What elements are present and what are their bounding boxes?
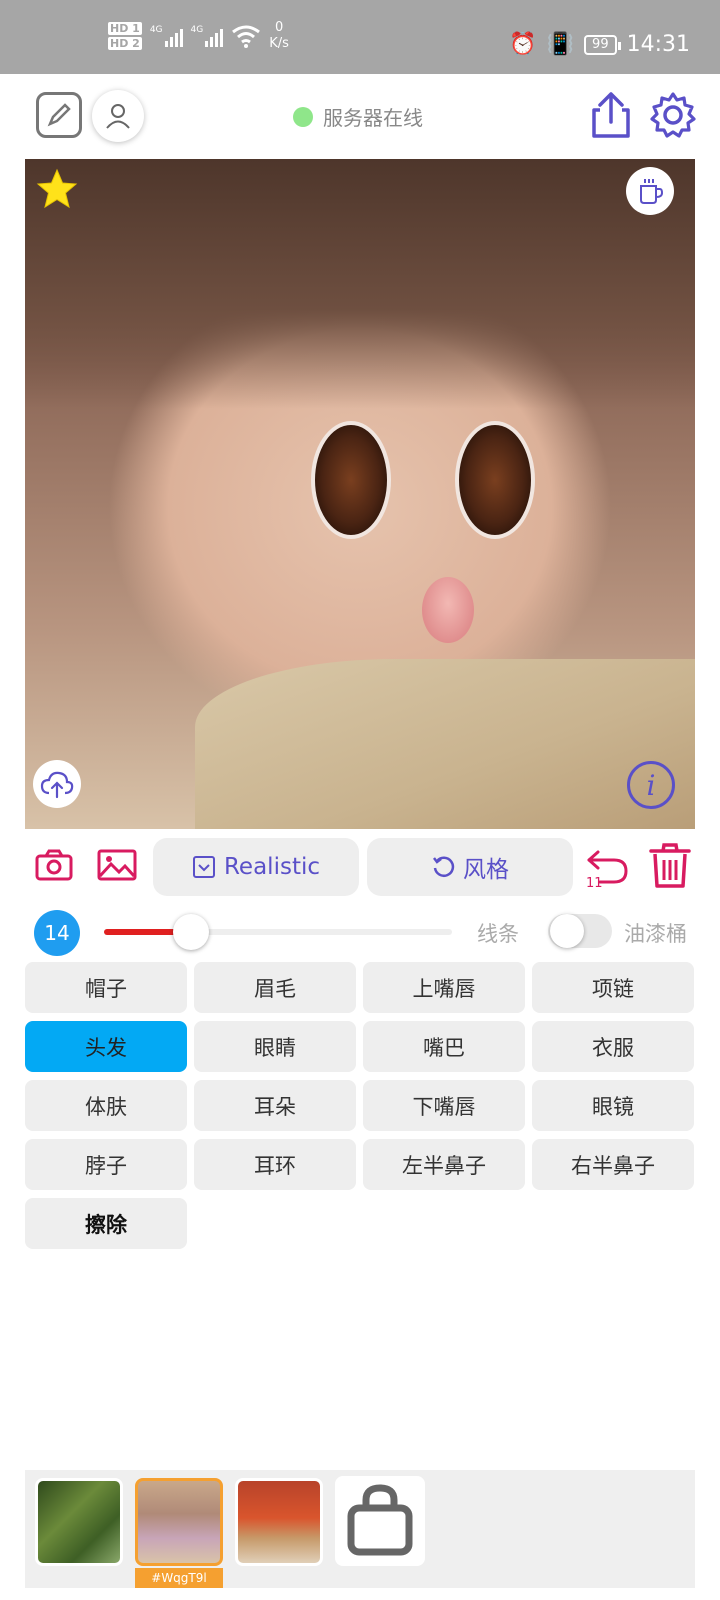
part-button[interactable]: 帽子	[25, 962, 187, 1013]
app-toolbar: 服务器在线	[0, 84, 720, 150]
share-icon[interactable]	[586, 88, 636, 142]
part-button[interactable]: 下嘴唇	[363, 1080, 525, 1131]
realistic-style-label: Realistic	[223, 854, 320, 880]
camera-icon[interactable]	[34, 848, 74, 882]
hair-region	[25, 159, 695, 409]
part-button[interactable]: 脖子	[25, 1139, 187, 1190]
undo-count: 11	[586, 876, 603, 891]
part-button[interactable]: 眼镜	[532, 1080, 694, 1131]
trash-icon[interactable]	[648, 842, 692, 890]
user-button[interactable]	[92, 90, 144, 142]
status-left: HD 1 HD 2 4G 4G 0 K/s	[108, 20, 289, 52]
bucket-toggle-knob	[550, 914, 584, 948]
undo-button[interactable]: 11	[584, 846, 632, 894]
bucket-toggle[interactable]	[548, 914, 612, 948]
wifi-icon	[232, 25, 261, 48]
part-button[interactable]: 嘴巴	[363, 1021, 525, 1072]
signal-1-icon: 4G	[150, 25, 183, 47]
part-button[interactable]: 耳朵	[194, 1080, 356, 1131]
clock: 14:31	[626, 32, 690, 57]
part-button[interactable]: 左半鼻子	[363, 1139, 525, 1190]
checkbox-icon	[192, 856, 215, 878]
bucket-mode-label: 油漆桶	[624, 922, 687, 946]
coffee-button[interactable]	[626, 167, 674, 215]
server-status-label: 服务器在线	[323, 106, 423, 130]
alarm-icon: ⏰	[509, 32, 537, 57]
result-canvas[interactable]: i	[25, 159, 695, 829]
star-icon[interactable]	[35, 167, 79, 211]
part-button[interactable]: 头发	[25, 1021, 187, 1072]
status-bar: HD 1 HD 2 4G 4G 0 K/s ⏰ 📳 99 14:31	[0, 0, 720, 74]
part-button[interactable]: 眼睛	[194, 1021, 356, 1072]
style-button[interactable]: 风格	[367, 838, 573, 896]
right-eye	[455, 421, 535, 539]
part-button[interactable]: 擦除	[25, 1198, 187, 1249]
refresh-icon	[433, 856, 455, 877]
history-thumbnail[interactable]	[35, 1478, 123, 1566]
part-button[interactable]: 右半鼻子	[532, 1139, 694, 1190]
shop-button[interactable]	[335, 1476, 425, 1566]
part-button[interactable]: 眉毛	[194, 962, 356, 1013]
part-button[interactable]: 体肤	[25, 1080, 187, 1131]
battery-level: 99	[592, 36, 609, 52]
scarf-region	[195, 659, 695, 829]
settings-gear-icon[interactable]	[648, 90, 698, 140]
brush-settings: 14 线条 油漆桶	[0, 908, 720, 956]
history-thumbnail[interactable]	[235, 1478, 323, 1566]
realistic-style-button[interactable]: Realistic	[153, 838, 359, 896]
server-status: 服务器在线	[293, 102, 423, 131]
server-status-dot	[293, 106, 313, 127]
part-button[interactable]: 衣服	[532, 1021, 694, 1072]
gallery-icon[interactable]	[96, 848, 138, 882]
shopping-bag-icon	[347, 1484, 413, 1556]
vibrate-icon: 📳	[546, 32, 575, 57]
pencil-icon	[47, 103, 71, 127]
info-icon[interactable]: i	[627, 761, 675, 809]
brush-size-slider[interactable]	[104, 914, 452, 950]
part-button[interactable]: 耳环	[194, 1139, 356, 1190]
left-eye	[311, 421, 391, 539]
signal-2-label: 4G	[190, 25, 204, 35]
coffee-icon	[640, 179, 664, 204]
style-label: 风格	[463, 857, 509, 883]
signal-2-icon: 4G	[191, 25, 224, 47]
user-icon	[106, 104, 130, 129]
action-row: Realistic 风格 11	[0, 836, 720, 896]
battery-icon: 99	[584, 34, 621, 55]
upload-button[interactable]	[33, 760, 81, 808]
signal-1-label: 4G	[149, 25, 163, 35]
part-selector-grid: 帽子 眉毛 上嘴唇 项链头发 眼睛 嘴巴 衣服体肤 耳朵 下嘴唇 眼镜脖子 耳环 左半鼻子 右半鼻子擦除	[25, 962, 695, 1249]
net-speed-value: 0	[274, 20, 284, 35]
part-button[interactable]: 上嘴唇	[363, 962, 525, 1013]
history-selected-tag: #WqgT9l	[135, 1568, 223, 1588]
brush-size-badge: 14	[34, 910, 80, 956]
edit-button[interactable]	[36, 92, 82, 138]
hd-indicators: HD 1 HD 2	[108, 22, 142, 50]
part-button[interactable]: 项链	[532, 962, 694, 1013]
hd2-badge: HD 2	[108, 37, 142, 50]
cloud-upload-icon	[40, 771, 74, 799]
line-mode-label: 线条	[477, 922, 519, 946]
nose	[422, 577, 474, 643]
hd1-badge: HD 1	[108, 22, 142, 35]
history-thumbnail-selected[interactable]	[135, 1478, 223, 1566]
history-strip: #WqgT9l	[25, 1470, 695, 1588]
status-right: ⏰ 📳 99 14:31	[509, 32, 690, 57]
net-speed-unit: K/s	[269, 36, 289, 51]
brush-size-slider-thumb[interactable]	[173, 914, 209, 950]
net-speed: 0 K/s	[269, 20, 289, 52]
